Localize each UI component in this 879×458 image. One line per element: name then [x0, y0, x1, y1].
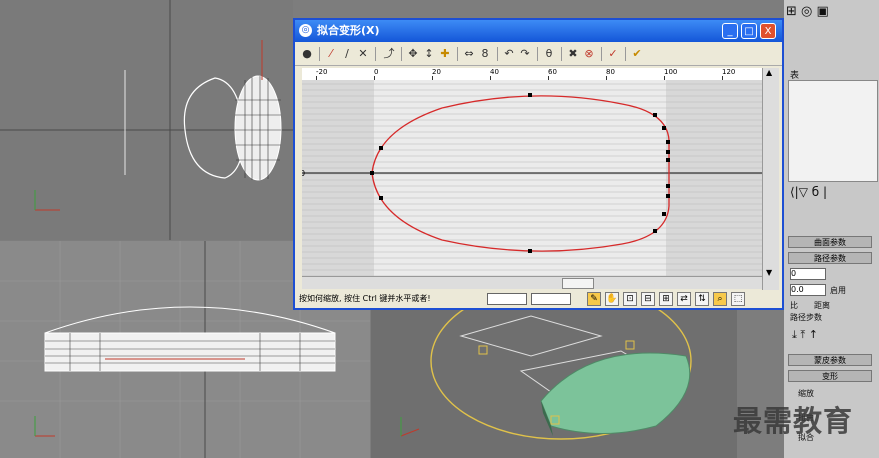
control-point[interactable]: [528, 93, 532, 97]
rollout-path-params[interactable]: 路径参数: [788, 252, 872, 264]
control-point[interactable]: [662, 126, 666, 130]
percent-radio[interactable]: 比: [790, 300, 798, 311]
ruler-tick-label: 0: [374, 68, 379, 76]
axis-gizmo-icon: [34, 416, 55, 437]
vertical-scrollbar[interactable]: ▲ ▼: [762, 68, 779, 290]
fit-deformation-window: ◎ 拟合变形(X) _ □ X ● ⁄ ∕ ✕ ⤴ ✥ ↕ ✚ ⇔ 8 ↶ ↷ …: [293, 18, 784, 310]
control-point[interactable]: [666, 158, 670, 162]
command-panel: ⊞ ◎ ▣ 表 ⟨|▽ б | 曲面参数 路径参数 0 0.0 启用 比 距离 …: [784, 0, 879, 458]
scale-control-point-icon[interactable]: ↕: [421, 46, 437, 62]
pan-icon[interactable]: ✎: [587, 292, 601, 306]
app-icon: ◎: [299, 24, 312, 37]
pick-shape-icons[interactable]: ⤓ ⤒ ↑: [792, 328, 818, 342]
zoom-extents-icon[interactable]: ⊡: [623, 292, 637, 306]
control-point[interactable]: [528, 249, 532, 253]
zoom-horizontal-icon[interactable]: ⇄: [677, 292, 691, 306]
scroll-up-icon[interactable]: ▲: [766, 68, 772, 77]
scroll-down-icon[interactable]: ▼: [766, 268, 772, 277]
graph-axis-label: 0: [302, 169, 305, 178]
path-field[interactable]: 0: [790, 268, 826, 280]
watermark: 最需教育: [733, 404, 854, 438]
close-button[interactable]: X: [760, 23, 776, 39]
x-value-field[interactable]: [487, 293, 527, 305]
y-value-field[interactable]: [531, 293, 571, 305]
insert-bezier-point-icon[interactable]: ✚: [437, 46, 453, 62]
hand-icon[interactable]: ✋: [605, 292, 619, 306]
ruler-tick-label: -20: [316, 68, 328, 76]
snap-field[interactable]: 0.0: [790, 284, 826, 296]
control-point[interactable]: [666, 184, 670, 188]
path-steps-radio[interactable]: 路径步数: [790, 312, 822, 323]
move-control-point-icon[interactable]: ✥: [405, 46, 421, 62]
modifier-stack-icons[interactable]: ⟨|▽ б |: [790, 185, 827, 199]
axis-gizmo-icon: [400, 417, 420, 437]
toolbar: ● ⁄ ∕ ✕ ⤴ ✥ ↕ ✚ ⇔ 8 ↶ ↷ θ ✖ ⊗ ✓ ✔: [295, 43, 782, 66]
generate-path-icon[interactable]: ✔: [629, 46, 645, 62]
zoom-horizontal-extents-icon[interactable]: ⊟: [641, 292, 655, 306]
ruler-tick-label: 120: [722, 68, 736, 76]
axis-gizmo-icon: [34, 190, 60, 211]
ruler-tick-label: 20: [432, 68, 441, 76]
get-shape-icon[interactable]: ✓: [605, 46, 621, 62]
display-y-icon[interactable]: ∕: [339, 46, 355, 62]
control-point[interactable]: [653, 229, 657, 233]
ruler-tick-label: 40: [490, 68, 499, 76]
delete-curve-icon[interactable]: ✖: [565, 46, 581, 62]
enable-checkbox-label[interactable]: 启用: [830, 285, 846, 296]
rollout-skin-params[interactable]: 蒙皮参数: [788, 354, 872, 366]
control-point[interactable]: [653, 113, 657, 117]
horizontal-scrollbar[interactable]: [302, 276, 762, 289]
zoom-region-icon[interactable]: ⬚: [731, 292, 745, 306]
control-point[interactable]: [370, 171, 374, 175]
window-title: 拟合变形(X): [317, 24, 380, 37]
control-point[interactable]: [666, 194, 670, 198]
delete-control-point-icon[interactable]: θ: [541, 46, 557, 62]
swap-curves-icon[interactable]: ⤴: [381, 46, 397, 62]
make-symmetrical-icon[interactable]: ●: [299, 46, 315, 62]
status-message: 按如何缩放, 按住 Ctrl 键并水平或者!: [299, 294, 431, 303]
viewport-top[interactable]: [0, 0, 293, 240]
minimize-button[interactable]: _: [722, 23, 738, 39]
zoom-vertical-extents-icon[interactable]: ⊞: [659, 292, 673, 306]
display-x-icon[interactable]: ⁄: [323, 46, 339, 62]
maximize-button[interactable]: □: [741, 23, 757, 39]
zoom-vertical-icon[interactable]: ⇅: [695, 292, 709, 306]
deformation-graph[interactable]: 0: [302, 80, 762, 282]
control-point[interactable]: [666, 150, 670, 154]
control-point[interactable]: [662, 212, 666, 216]
rollout-deformations[interactable]: 变形: [788, 370, 872, 382]
reset-curve-icon[interactable]: ⊗: [581, 46, 597, 62]
modifier-list[interactable]: [788, 80, 878, 182]
rollout-surface-params[interactable]: 曲面参数: [788, 236, 872, 248]
status-bar: 按如何缩放, 按住 Ctrl 键并水平或者! ✎ ✋ ⊡ ⊟ ⊞ ⇄ ⇅ ⌕ ⬚: [295, 290, 782, 308]
distance-radio[interactable]: 距离: [814, 300, 830, 311]
rotate-90-ccw-icon[interactable]: ↶: [501, 46, 517, 62]
panel-tabs-icon[interactable]: ⊞ ◎ ▣: [786, 4, 829, 19]
mirror-vertical-icon[interactable]: 8: [477, 46, 493, 62]
control-point[interactable]: [666, 140, 670, 144]
ruler-tick-label: 100: [664, 68, 678, 76]
control-point[interactable]: [379, 146, 383, 150]
zoom-icon[interactable]: ⌕: [713, 292, 727, 306]
display-xy-icon[interactable]: ✕: [355, 46, 371, 62]
mirror-horizontal-icon[interactable]: ⇔: [461, 46, 477, 62]
ruler-tick-label: 60: [548, 68, 557, 76]
rotate-90-cw-icon[interactable]: ↷: [517, 46, 533, 62]
control-point[interactable]: [379, 196, 383, 200]
ruler-tick-label: 80: [606, 68, 615, 76]
title-bar[interactable]: ◎ 拟合变形(X) _ □ X: [295, 20, 782, 42]
